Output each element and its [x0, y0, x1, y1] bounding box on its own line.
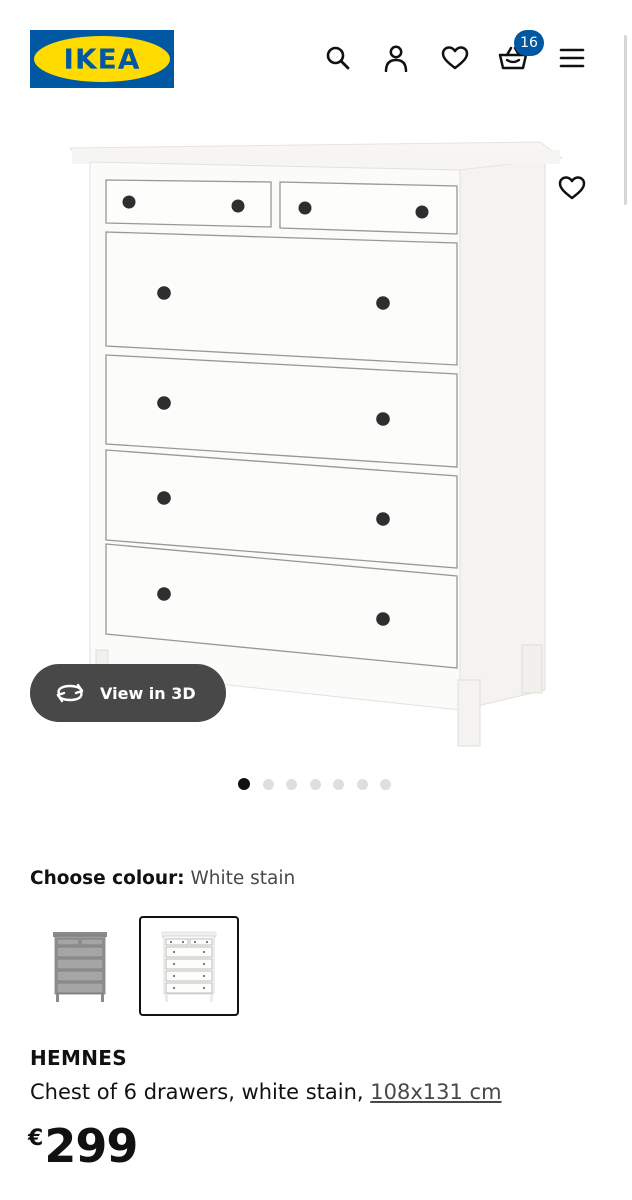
search-icon[interactable] — [320, 40, 356, 76]
carousel-dot[interactable] — [238, 778, 250, 790]
carousel-dot[interactable] — [333, 778, 344, 790]
favourite-heart-icon[interactable] — [554, 170, 590, 206]
svg-text:IKEA: IKEA — [64, 43, 141, 76]
carousel-dot[interactable] — [262, 778, 274, 790]
grey-chest-thumbnail — [53, 932, 107, 1002]
carousel-dot[interactable] — [380, 778, 391, 790]
carousel-dot[interactable] — [356, 778, 368, 790]
view-in-3d-button[interactable]: View in 3D — [30, 664, 226, 722]
cart-count-badge: 16 — [514, 30, 544, 56]
product-name: HEMNES — [30, 1046, 127, 1070]
carousel-dot[interactable] — [286, 778, 297, 790]
product-price: € 299 — [28, 1118, 138, 1174]
ikea-logo[interactable]: IKEA — [30, 30, 174, 88]
colour-swatch-grey[interactable] — [30, 916, 130, 1016]
heart-icon[interactable] — [437, 40, 473, 76]
menu-icon[interactable] — [554, 40, 590, 76]
product-description-text: Chest of 6 drawers, white stain, — [30, 1080, 371, 1104]
product-description: Chest of 6 drawers, white stain, 108x131… — [30, 1080, 502, 1104]
colour-swatch-white[interactable] — [139, 916, 239, 1016]
rotate-3d-icon — [54, 682, 86, 704]
product-size-link[interactable]: 108x131 cm — [370, 1080, 501, 1104]
top-header: IKEA 16 — [0, 0, 632, 205]
price-currency: € — [28, 1126, 44, 1151]
selected-colour-value: White stain — [190, 868, 296, 889]
choose-colour-label: Choose colour: — [30, 868, 185, 889]
white-chest-thumbnail — [161, 931, 217, 1002]
carousel-dot[interactable] — [309, 778, 321, 790]
view-in-3d-label: View in 3D — [100, 683, 196, 703]
user-icon[interactable] — [378, 40, 414, 76]
image-carousel-dots — [238, 777, 404, 791]
colour-chooser-label: Choose colour: White stain — [30, 868, 295, 889]
price-amount: 299 — [44, 1119, 138, 1173]
